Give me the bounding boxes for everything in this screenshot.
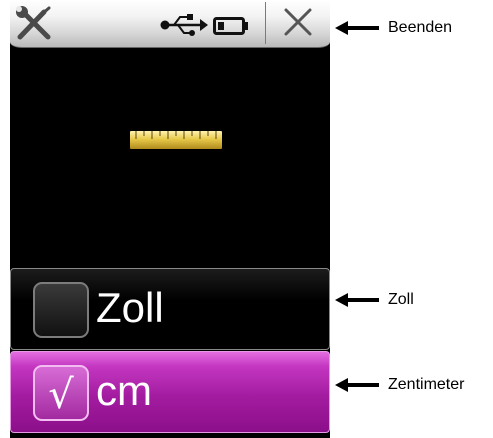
- tape-measure-icon: [130, 131, 222, 149]
- close-button[interactable]: [266, 0, 330, 47]
- option-cm-label: cm: [96, 367, 152, 414]
- tools-button[interactable]: [14, 6, 56, 42]
- annotation-label-zoll: Zoll: [388, 291, 414, 308]
- top-bar: [10, 0, 330, 48]
- usb-icon: [160, 14, 208, 36]
- device-screen: Zoll √ cm: [10, 0, 330, 438]
- option-zoll-label: Zoll: [96, 284, 164, 331]
- option-zoll[interactable]: Zoll: [10, 268, 330, 350]
- battery-icon: [213, 17, 248, 35]
- close-icon: [284, 8, 312, 36]
- arrow-left-icon: [335, 378, 379, 392]
- cm-checkbox[interactable]: √: [33, 365, 89, 421]
- option-cm[interactable]: √ cm: [10, 351, 330, 433]
- arrow-left-icon: [335, 21, 379, 35]
- zoll-checkbox[interactable]: [33, 282, 89, 338]
- tools-icon: [16, 6, 51, 40]
- annotation-label-zentimeter: Zentimeter: [388, 376, 465, 393]
- checkmark-icon: √: [48, 372, 74, 418]
- annotation-label-beenden: Beenden: [388, 19, 453, 36]
- arrow-left-icon: [335, 293, 379, 307]
